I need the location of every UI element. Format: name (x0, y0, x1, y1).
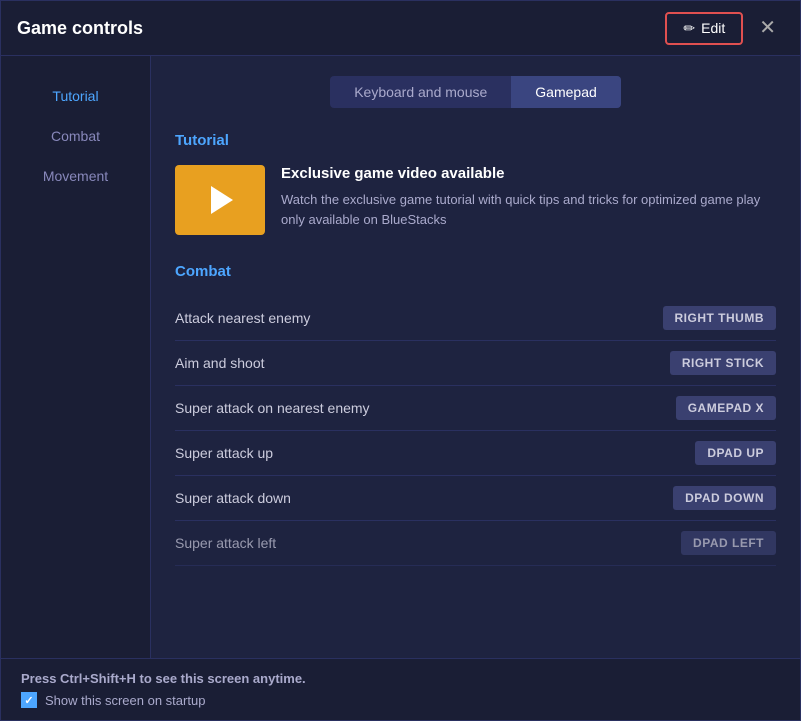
tutorial-section-title: Tutorial (175, 132, 776, 149)
control-label-super-up: Super attack up (175, 445, 273, 461)
edit-label: Edit (701, 20, 725, 36)
control-row-super-down: Super attack down DPAD DOWN (175, 476, 776, 521)
control-label-aim-shoot: Aim and shoot (175, 355, 265, 371)
control-label-super-left: Super attack left (175, 535, 276, 551)
pencil-icon: ✏ (683, 20, 695, 37)
tabs: Keyboard and mouse Gamepad (330, 76, 621, 108)
control-badge-super-nearest: GAMEPAD X (676, 396, 776, 420)
control-row-aim-shoot: Aim and shoot RIGHT STICK (175, 341, 776, 386)
sidebar: Tutorial Combat Movement (1, 56, 151, 658)
checkmark-icon: ✓ (24, 694, 33, 707)
sidebar-item-label: Tutorial (52, 88, 98, 104)
footer-checkbox-row: ✓ Show this screen on startup (21, 692, 780, 708)
control-label-attack-nearest: Attack nearest enemy (175, 310, 310, 326)
video-card: Exclusive game video available Watch the… (175, 165, 776, 235)
footer: Press Ctrl+Shift+H to see this screen an… (1, 658, 800, 720)
control-row-super-left: Super attack left DPAD LEFT (175, 521, 776, 566)
video-thumbnail[interactable] (175, 165, 265, 235)
video-title: Exclusive game video available (281, 165, 776, 182)
control-badge-super-down: DPAD DOWN (673, 486, 776, 510)
sidebar-item-tutorial[interactable]: Tutorial (1, 76, 150, 116)
edit-button[interactable]: ✏ Edit (665, 12, 743, 45)
sidebar-item-combat[interactable]: Combat (1, 116, 150, 156)
startup-checkbox[interactable]: ✓ (21, 692, 37, 708)
control-badge-attack-nearest: RIGHT THUMB (663, 306, 777, 330)
tab-keyboard-mouse[interactable]: Keyboard and mouse (330, 76, 511, 108)
content-area: Tutorial Combat Movement Keyboard and mo… (1, 56, 800, 658)
footer-hint: Press Ctrl+Shift+H to see this screen an… (21, 671, 780, 686)
control-row-attack-nearest: Attack nearest enemy RIGHT THUMB (175, 296, 776, 341)
game-controls-window: Game controls ✏ Edit ✕ Tutorial Combat M… (0, 0, 801, 721)
video-info: Exclusive game video available Watch the… (281, 165, 776, 229)
tutorial-section: Tutorial Exclusive game video available … (175, 132, 776, 235)
sidebar-item-label: Combat (51, 128, 100, 144)
window-title: Game controls (17, 18, 143, 39)
control-label-super-nearest: Super attack on nearest enemy (175, 400, 370, 416)
video-description: Watch the exclusive game tutorial with q… (281, 190, 776, 229)
sidebar-item-label: Movement (43, 168, 108, 184)
close-button[interactable]: ✕ (751, 14, 784, 42)
control-row-super-up: Super attack up DPAD UP (175, 431, 776, 476)
control-badge-aim-shoot: RIGHT STICK (670, 351, 776, 375)
title-actions: ✏ Edit ✕ (665, 12, 784, 45)
close-icon: ✕ (759, 17, 776, 39)
tabs-container: Keyboard and mouse Gamepad (175, 76, 776, 108)
sidebar-item-movement[interactable]: Movement (1, 156, 150, 196)
control-badge-super-left: DPAD LEFT (681, 531, 776, 555)
main-content: Keyboard and mouse Gamepad Tutorial Excl… (151, 56, 800, 658)
tab-gamepad-label: Gamepad (535, 84, 596, 100)
combat-section: Combat Attack nearest enemy RIGHT THUMB … (175, 263, 776, 566)
tab-gamepad[interactable]: Gamepad (511, 76, 620, 108)
title-bar: Game controls ✏ Edit ✕ (1, 1, 800, 56)
startup-checkbox-label: Show this screen on startup (45, 693, 205, 708)
play-icon (211, 186, 233, 214)
control-label-super-down: Super attack down (175, 490, 291, 506)
footer-hint-text: Press Ctrl+Shift+H to see this screen an… (21, 671, 306, 686)
tab-keyboard-mouse-label: Keyboard and mouse (354, 84, 487, 100)
control-badge-super-up: DPAD UP (695, 441, 776, 465)
combat-section-title: Combat (175, 263, 776, 280)
control-row-super-nearest: Super attack on nearest enemy GAMEPAD X (175, 386, 776, 431)
